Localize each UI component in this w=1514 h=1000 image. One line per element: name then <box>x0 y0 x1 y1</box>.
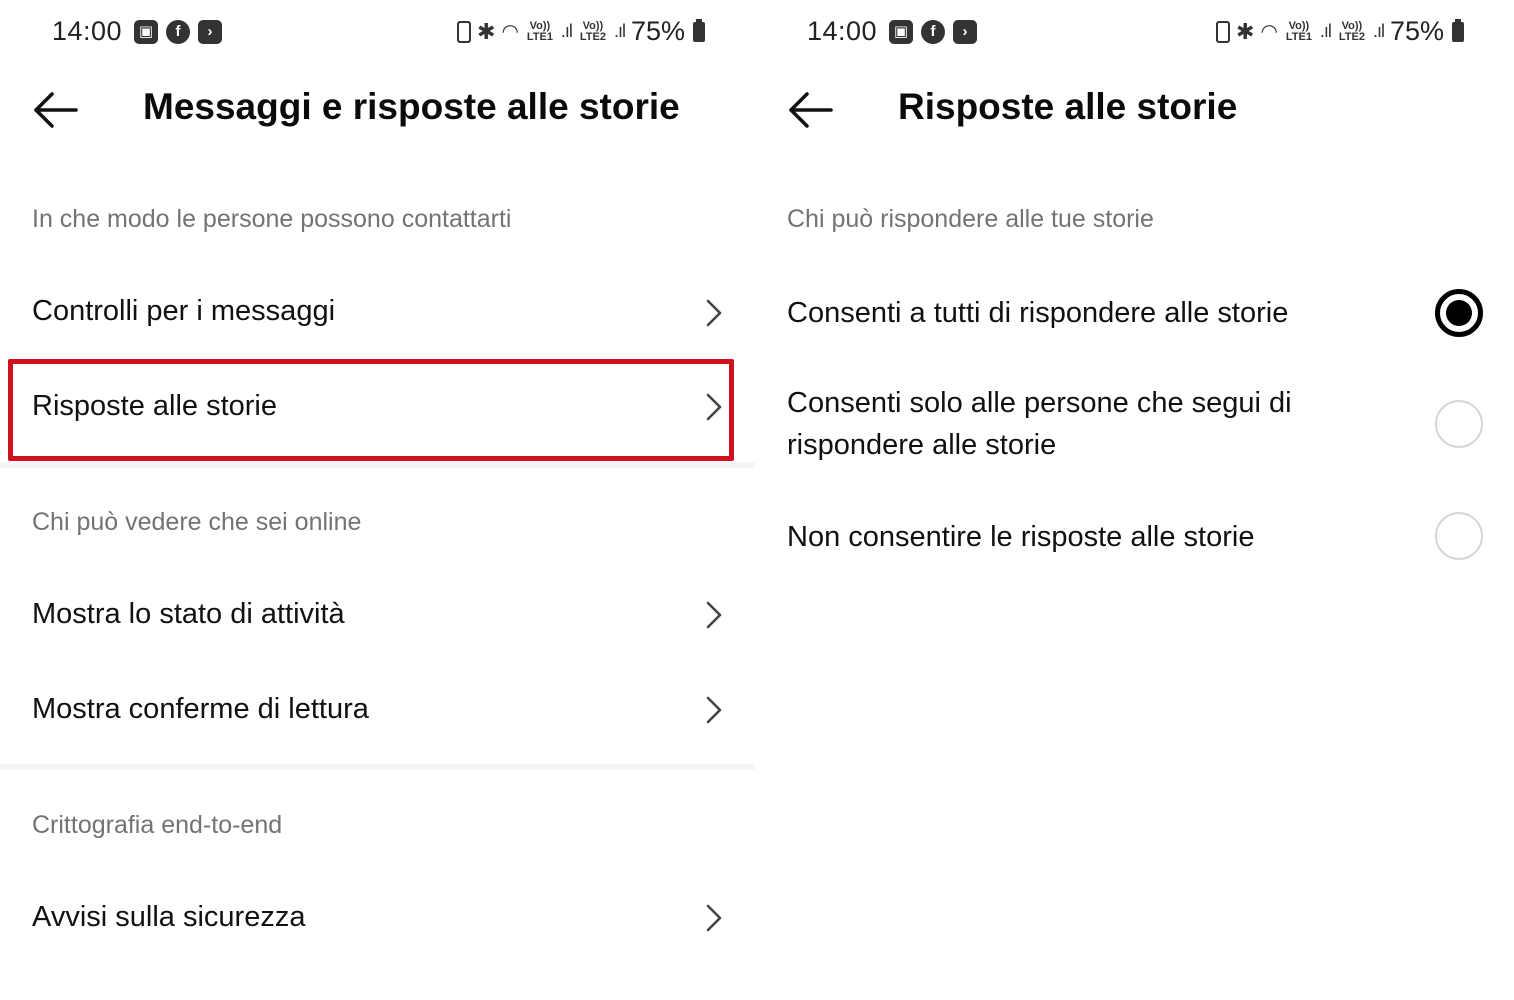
app-icon: › <box>198 20 222 44</box>
page-title: Risposte alle storie <box>898 86 1238 127</box>
battery-percent: 75% <box>1389 16 1444 46</box>
section-label-who-can-reply: Chi può rispondere alle tue storie <box>787 205 1154 233</box>
radio-unselected[interactable] <box>1435 400 1483 448</box>
status-time: 14:00 <box>52 16 123 46</box>
bluetooth-icon: ✱ <box>1236 18 1255 44</box>
chevron-right-icon <box>706 393 722 421</box>
option-label: Consenti solo alle persone che segui di … <box>787 387 1292 461</box>
facebook-icon: f <box>166 20 190 44</box>
battery-percent: 75% <box>630 16 685 46</box>
battery-saver-icon <box>1216 20 1231 43</box>
menu-item-read-receipts[interactable]: Mostra conferme di lettura <box>0 666 755 754</box>
option-label: Non consentire le risposte alle storie <box>787 521 1255 553</box>
wifi-icon: ◠ <box>501 21 519 43</box>
messages-settings-screen: 14:00 ▣ f › ✱ ◠ Vo)) LTE1 .ıl Vo)) LTE2 … <box>0 0 755 1000</box>
section-divider <box>0 764 755 770</box>
gallery-icon: ▣ <box>889 20 913 44</box>
menu-item-label: Mostra conferme di lettura <box>32 693 369 725</box>
story-replies-screen: 14:00 ▣ f › ✱ ◠ Vo)) LTE1 .ıl Vo)) LTE2 … <box>755 0 1514 1000</box>
status-time: 14:00 <box>807 16 878 46</box>
signal-lte2-label: Vo)) LTE2 <box>579 19 606 43</box>
section-label-encryption: Crittografia end-to-end <box>32 811 283 839</box>
option-followed-only[interactable]: Consenti solo alle persone che segui di … <box>755 370 1514 478</box>
chevron-right-icon <box>706 299 722 327</box>
menu-item-activity-status[interactable]: Mostra lo stato di attività <box>0 572 755 660</box>
menu-item-label: Controlli per i messaggi <box>32 295 336 327</box>
page-title: Messaggi e risposte alle storie <box>143 86 680 127</box>
signal-bars-icon: .ıl <box>1372 21 1385 41</box>
menu-item-label: Mostra lo stato di attività <box>32 598 345 630</box>
section-label-online: Chi può vedere che sei online <box>32 508 362 536</box>
chevron-right-icon <box>706 696 722 724</box>
chevron-right-icon <box>706 904 722 932</box>
wifi-icon: ◠ <box>1260 21 1278 43</box>
back-arrow-icon[interactable] <box>787 90 835 130</box>
status-bar: 14:00 ▣ f › ✱ ◠ Vo)) LTE1 .ıl Vo)) LTE2 … <box>0 14 755 50</box>
battery-icon <box>693 18 705 42</box>
option-everyone[interactable]: Consenti a tutti di rispondere alle stor… <box>755 270 1514 356</box>
signal-lte2-label: Vo)) LTE2 <box>1338 19 1365 43</box>
back-arrow-icon[interactable] <box>32 90 80 130</box>
header: Risposte alle storie <box>755 80 1514 140</box>
radio-selected[interactable] <box>1435 289 1483 337</box>
bluetooth-icon: ✱ <box>477 18 496 44</box>
signal-lte1-label: Vo)) LTE1 <box>1285 19 1312 43</box>
section-divider <box>0 462 755 468</box>
signal-bars-icon: .ıl <box>1319 21 1332 41</box>
signal-lte1-label: Vo)) LTE1 <box>526 19 553 43</box>
option-none[interactable]: Non consentire le risposte alle storie <box>755 494 1514 580</box>
radio-unselected[interactable] <box>1435 512 1483 560</box>
section-label-contact: In che modo le persone possono contattar… <box>32 205 512 233</box>
signal-bars-icon: .ıl <box>560 21 573 41</box>
menu-item-story-replies[interactable]: Risposte alle storie <box>0 364 755 452</box>
chevron-right-icon <box>706 601 722 629</box>
battery-icon <box>1452 18 1464 42</box>
menu-item-label: Risposte alle storie <box>32 390 277 422</box>
battery-saver-icon <box>457 20 472 43</box>
option-label: Consenti a tutti di rispondere alle stor… <box>787 297 1289 329</box>
header: Messaggi e risposte alle storie <box>0 80 755 140</box>
gallery-icon: ▣ <box>134 20 158 44</box>
app-icon: › <box>953 20 977 44</box>
menu-item-label: Avvisi sulla sicurezza <box>32 901 306 933</box>
facebook-icon: f <box>921 20 945 44</box>
menu-item-message-controls[interactable]: Controlli per i messaggi <box>0 270 755 356</box>
menu-item-security-alerts[interactable]: Avvisi sulla sicurezza <box>0 874 755 962</box>
status-bar: 14:00 ▣ f › ✱ ◠ Vo)) LTE1 .ıl Vo)) LTE2 … <box>755 14 1514 50</box>
signal-bars-icon: .ıl <box>613 21 626 41</box>
